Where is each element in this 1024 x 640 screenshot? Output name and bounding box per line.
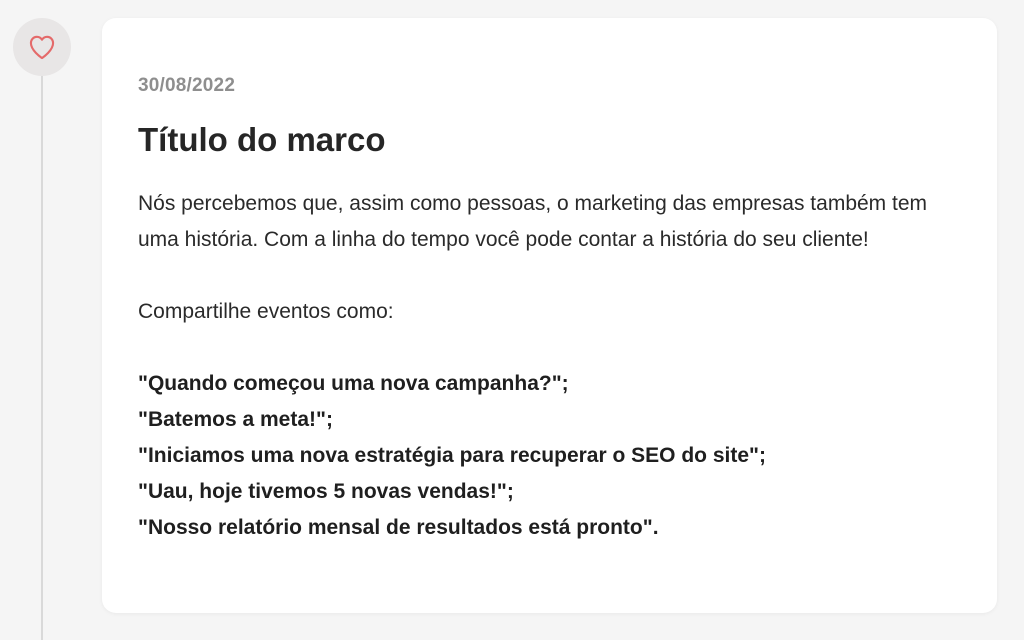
event-item: "Batemos a meta!";	[138, 408, 333, 431]
timeline: 30/08/2022 Título do marco Nós percebemo…	[0, 0, 1024, 640]
milestone-date: 30/08/2022	[138, 75, 236, 96]
event-item: "Iniciamos uma nova estratégia para recu…	[138, 444, 766, 467]
event-item: "Nosso relatório mensal de resultados es…	[138, 516, 659, 539]
milestone-card: 30/08/2022 Título do marco Nós percebemo…	[102, 18, 997, 613]
share-intro: Compartilhe eventos como:	[138, 300, 394, 323]
heart-icon	[28, 34, 56, 60]
event-list: "Quando começou uma nova campanha?"; "Ba…	[138, 366, 961, 546]
event-item: "Quando começou uma nova campanha?";	[138, 372, 569, 395]
timeline-line	[41, 70, 43, 640]
favorite-button[interactable]	[13, 18, 71, 76]
milestone-description: Nós percebemos que, assim como pessoas, …	[138, 192, 928, 251]
milestone-title: Título do marco	[138, 121, 386, 158]
event-item: "Uau, hoje tivemos 5 novas vendas!";	[138, 480, 514, 503]
